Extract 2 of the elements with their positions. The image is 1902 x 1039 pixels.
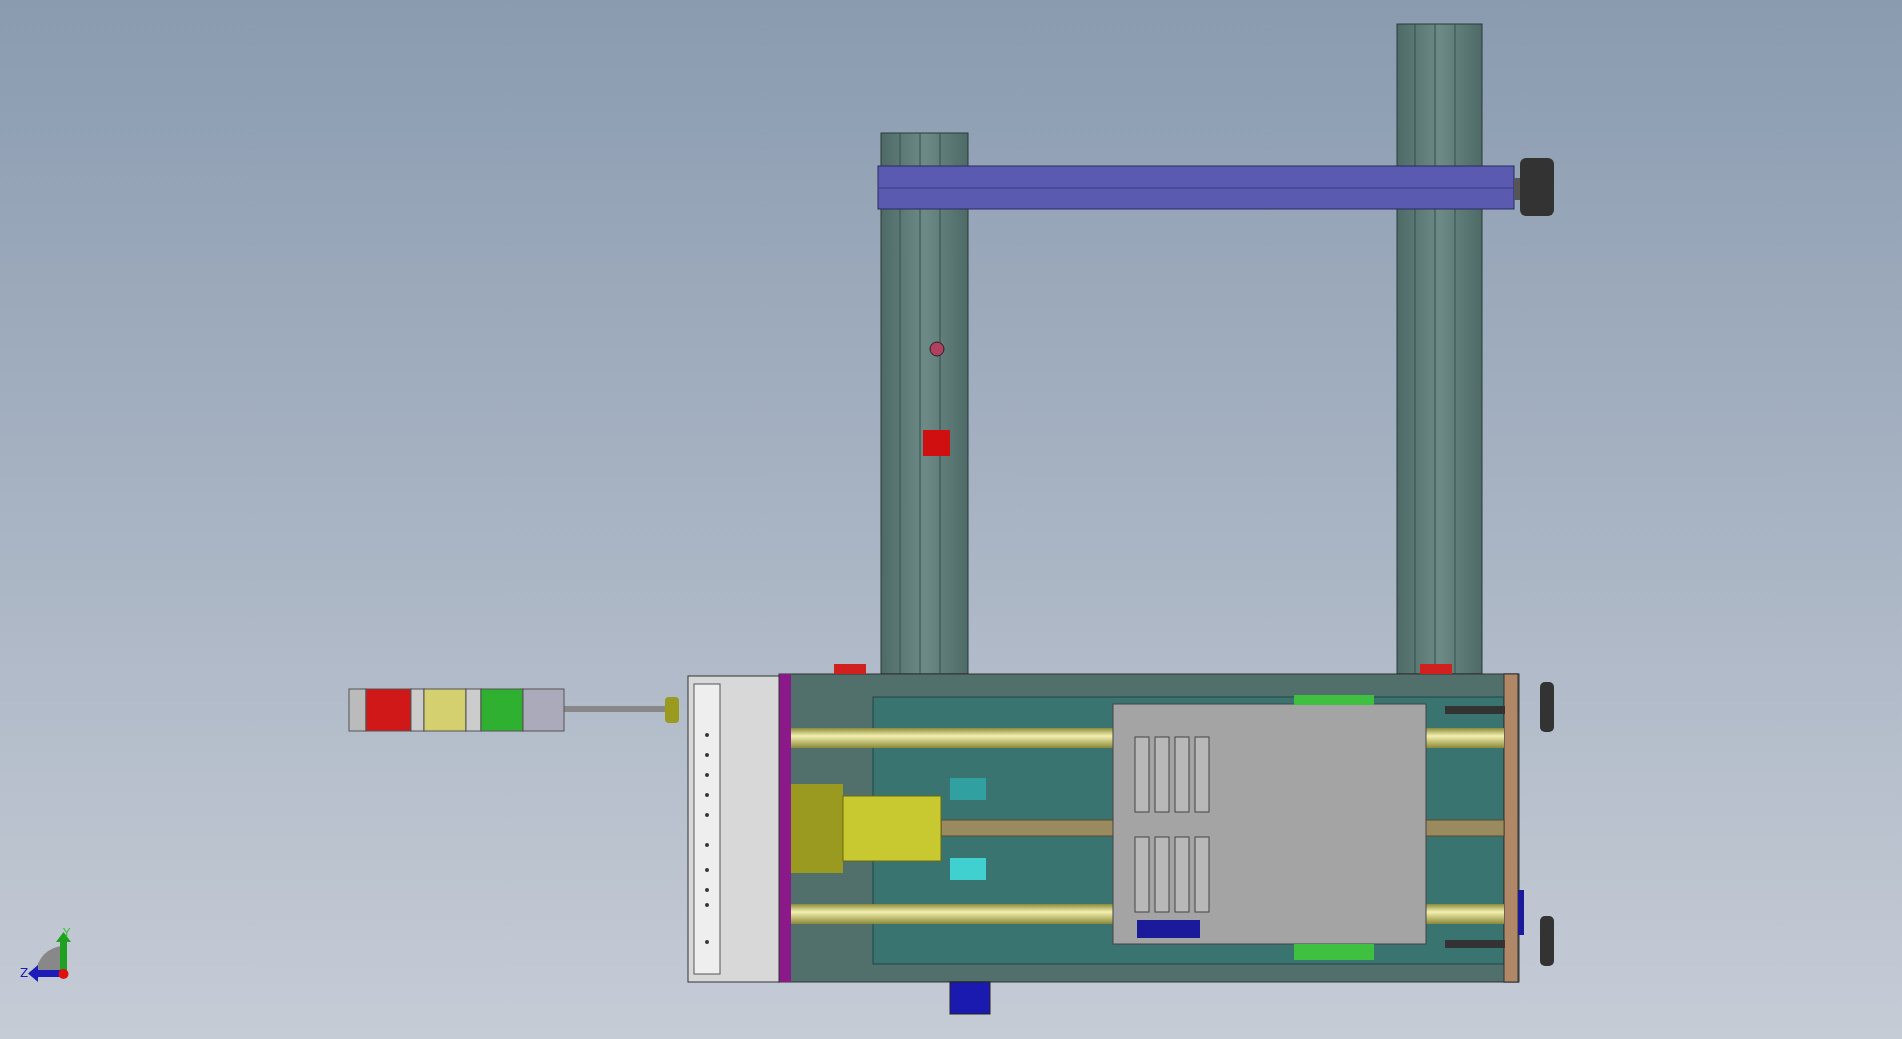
axis-label: Z [20,966,29,980]
axis-label: Y [63,926,71,940]
